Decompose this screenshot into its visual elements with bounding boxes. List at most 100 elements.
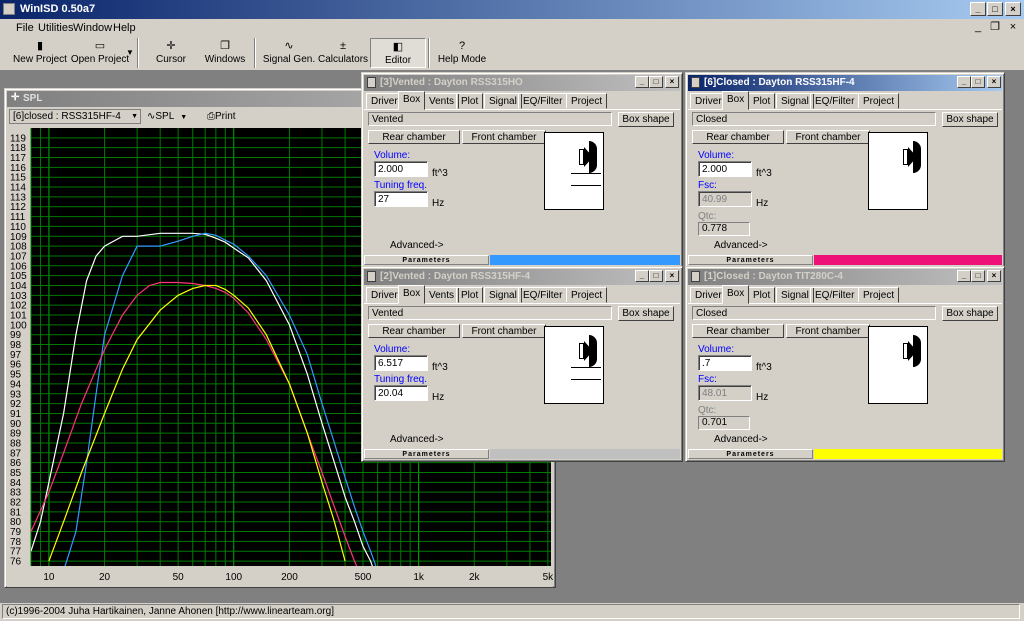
front-chamber-button[interactable]: Front chamber	[786, 130, 870, 144]
help-mode-button[interactable]: ? Help Mode	[434, 38, 490, 68]
tab-signal[interactable]: Signal	[484, 287, 522, 303]
tuning-input[interactable]: 27	[374, 191, 428, 207]
minimize-button[interactable]: _	[635, 270, 649, 282]
maximize-button[interactable]: □	[971, 76, 985, 88]
advanced-button[interactable]: Advanced->	[714, 434, 768, 445]
tab-project[interactable]: Project	[858, 93, 900, 109]
rear-chamber-button[interactable]: Rear chamber	[368, 130, 460, 144]
volume-input[interactable]: 6.517	[374, 355, 428, 371]
rear-chamber-button[interactable]: Rear chamber	[692, 324, 784, 338]
advanced-button[interactable]: Advanced->	[390, 434, 444, 445]
close-button[interactable]: ×	[987, 270, 1001, 282]
curve-color-swatch[interactable]	[814, 255, 1002, 265]
tab-plot[interactable]: Plot	[748, 93, 776, 109]
maximize-button[interactable]: □	[987, 2, 1003, 16]
tab-eq-filter[interactable]: EQ/Filter	[810, 93, 860, 109]
advanced-button[interactable]: Advanced->	[390, 240, 444, 251]
parameters-bar: Parameters	[364, 255, 680, 265]
box-window-title: [6]Closed : Dayton RSS315HF-4	[704, 77, 855, 88]
tab-eq-filter[interactable]: EQ/Filter	[518, 93, 568, 109]
new-project-button[interactable]: ▮ New Project	[12, 38, 68, 68]
tab-box[interactable]: Box	[398, 285, 426, 304]
open-project-dropdown-icon[interactable]: ▼	[126, 48, 134, 57]
tab-signal[interactable]: Signal	[776, 287, 814, 303]
windows-button[interactable]: ❐ Windows	[200, 38, 250, 68]
tab-plot[interactable]: Plot	[456, 287, 484, 303]
editor-icon: ◧	[392, 41, 404, 53]
calculators-icon: ±	[339, 40, 347, 52]
tab-box[interactable]: Box	[722, 91, 750, 110]
cursor-button[interactable]: ✛ Cursor	[146, 38, 196, 68]
menu-window[interactable]: Window	[73, 22, 112, 34]
tab-project[interactable]: Project	[566, 93, 608, 109]
box-shape-button[interactable]: Box shape	[942, 112, 998, 127]
curve-color-swatch[interactable]	[490, 255, 680, 265]
minimize-button[interactable]: _	[635, 76, 649, 88]
x-tick-label: 20	[99, 572, 111, 583]
plot-type-select[interactable]: ∿SPL ▼	[147, 109, 201, 124]
parameters-tab[interactable]: Parameters	[688, 255, 813, 265]
open-project-button[interactable]: ▭ Open Project	[68, 38, 132, 68]
rear-chamber-button[interactable]: Rear chamber	[692, 130, 784, 144]
tab-signal[interactable]: Signal	[484, 93, 522, 109]
parameters-tab[interactable]: Parameters	[364, 449, 489, 459]
tab-plot[interactable]: Plot	[456, 93, 484, 109]
box-window-title: [3]Vented : Dayton RSS315HO	[380, 77, 523, 88]
signal-gen-button[interactable]: ∿ Signal Gen.	[260, 38, 318, 68]
menu-bar: File Utilities Window Help × _ ❐	[0, 19, 1024, 37]
tab-project[interactable]: Project	[858, 287, 900, 303]
volume-input[interactable]: 2.000	[698, 161, 752, 177]
tab-plot[interactable]: Plot	[748, 287, 776, 303]
menu-file[interactable]: File	[16, 22, 34, 34]
box-shape-button[interactable]: Box shape	[618, 112, 674, 127]
mdi-close-icon[interactable]: ×	[1005, 20, 1021, 34]
maximize-button[interactable]: □	[649, 76, 663, 88]
advanced-button[interactable]: Advanced->	[714, 240, 768, 251]
cursor-icon: ✛	[166, 40, 176, 52]
tab-eq-filter[interactable]: EQ/Filter	[810, 287, 860, 303]
front-chamber-button[interactable]: Front chamber	[462, 324, 546, 338]
mdi-restore-icon[interactable]: ❐	[987, 20, 1003, 34]
mdi-minimize-icon[interactable]: _	[970, 20, 986, 34]
x-tick-label: 500	[355, 572, 372, 583]
tab-box[interactable]: Box	[722, 285, 750, 304]
volume-input[interactable]: 2.000	[374, 161, 428, 177]
front-chamber-button[interactable]: Front chamber	[786, 324, 870, 338]
menu-help[interactable]: Help	[113, 22, 136, 34]
tab-vents[interactable]: Vents	[424, 287, 460, 303]
window-icon	[367, 77, 376, 88]
project-select[interactable]: [6]closed : RSS315HF-4 ▼	[9, 109, 141, 124]
parameters-tab[interactable]: Parameters	[688, 449, 813, 459]
front-chamber-button[interactable]: Front chamber	[462, 130, 546, 144]
tuning-input[interactable]: 20.04	[374, 385, 428, 401]
rear-chamber-button[interactable]: Rear chamber	[368, 324, 460, 338]
tab-project[interactable]: Project	[566, 287, 608, 303]
close-button[interactable]: ×	[987, 76, 1001, 88]
tab-box[interactable]: Box	[398, 91, 426, 110]
volume-input[interactable]: .7	[698, 355, 752, 371]
tab-eq-filter[interactable]: EQ/Filter	[518, 287, 568, 303]
calculators-button[interactable]: ± Calculators	[318, 38, 368, 68]
curve-color-swatch[interactable]	[490, 449, 680, 459]
editor-button[interactable]: ◧ Editor	[370, 38, 426, 68]
minimize-button[interactable]: _	[957, 270, 971, 282]
close-button[interactable]: ×	[1005, 2, 1021, 16]
spl-window-icon: ✛	[11, 92, 20, 103]
maximize-button[interactable]: □	[971, 270, 985, 282]
close-button[interactable]: ×	[665, 76, 679, 88]
curve-color-swatch[interactable]	[814, 449, 1002, 459]
print-button[interactable]: ⎙Print	[207, 109, 247, 124]
box-type-display: Vented	[368, 112, 612, 126]
minimize-button[interactable]: _	[957, 76, 971, 88]
close-button[interactable]: ×	[665, 270, 679, 282]
box-shape-button[interactable]: Box shape	[942, 306, 998, 321]
parameters-tab[interactable]: Parameters	[364, 255, 489, 265]
tab-vents[interactable]: Vents	[424, 93, 460, 109]
box-shape-diagram	[544, 132, 604, 210]
x-tick-label: 10	[43, 572, 55, 583]
maximize-button[interactable]: □	[649, 270, 663, 282]
tab-signal[interactable]: Signal	[776, 93, 814, 109]
minimize-button[interactable]: _	[970, 2, 986, 16]
menu-utilities[interactable]: Utilities	[38, 22, 73, 34]
box-shape-button[interactable]: Box shape	[618, 306, 674, 321]
